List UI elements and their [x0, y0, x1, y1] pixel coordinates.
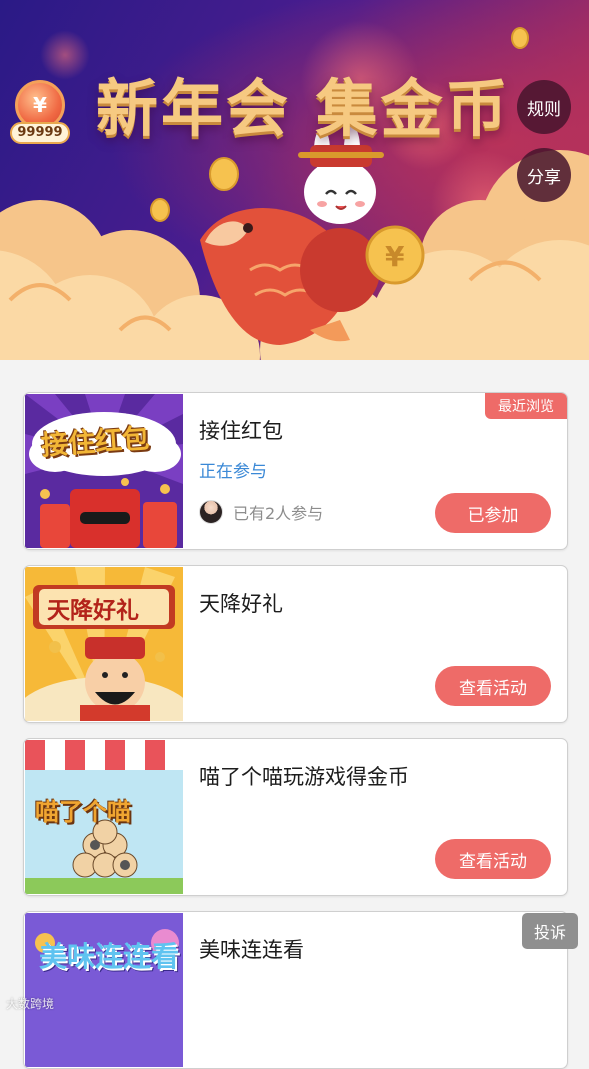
joined-button[interactable]: 已参加	[435, 493, 551, 533]
banner: ¥ 新年会 集金币 ¥ 99999 规则 分享	[0, 0, 589, 360]
participants-count: 已有2人参与	[233, 504, 324, 523]
thumbnail-title: 喵了个喵	[35, 798, 131, 826]
avatar	[199, 500, 223, 524]
rules-button[interactable]: 规则	[517, 80, 571, 134]
coin-count: 99999	[10, 122, 70, 144]
complain-button[interactable]: 投诉	[522, 913, 578, 949]
activity-thumbnail: 天降好礼	[25, 567, 183, 721]
activity-title: 接住红包	[199, 419, 283, 443]
banner-title: 新年会 集金币	[96, 72, 511, 145]
activity-card[interactable]: 天降好礼 天降好礼 查看活动	[23, 565, 568, 723]
activity-status: 正在参与	[199, 462, 267, 482]
svg-text:¥: ¥	[385, 240, 405, 273]
view-activity-button[interactable]: 查看活动	[435, 666, 551, 706]
activity-thumbnail: 喵了个喵	[25, 740, 183, 894]
activity-thumbnail: 接住红包	[25, 394, 183, 548]
thumbnail-title: 天降好礼	[47, 598, 139, 624]
activity-thumbnail: 美味连连看	[25, 913, 183, 1067]
activity-card[interactable]: 美味连连看 美味连连看	[23, 911, 568, 1069]
recent-tag: 最近浏览	[485, 393, 567, 419]
coin-balance[interactable]: ¥ 99999	[10, 80, 70, 150]
share-button[interactable]: 分享	[517, 148, 571, 202]
activity-title: 天降好礼	[199, 592, 283, 616]
activity-card[interactable]: 喵了个喵 喵了个喵玩游戏得金币 查看活动	[23, 738, 568, 896]
thumbnail-title: 美味连连看	[39, 940, 180, 973]
activity-card[interactable]: 接住红包 接住红包 正在参与 已有2人参与 已参加 最近浏览	[23, 392, 568, 550]
activity-title: 喵了个喵玩游戏得金币	[199, 765, 409, 789]
banner-illustration: ¥	[0, 27, 589, 360]
participants-info: 已有2人参与	[199, 500, 323, 524]
thumbnail-title: 接住红包	[40, 423, 151, 462]
activity-title: 美味连连看	[199, 938, 304, 962]
watermark: 大数跨境	[6, 997, 55, 1011]
view-activity-button[interactable]: 查看活动	[435, 839, 551, 879]
